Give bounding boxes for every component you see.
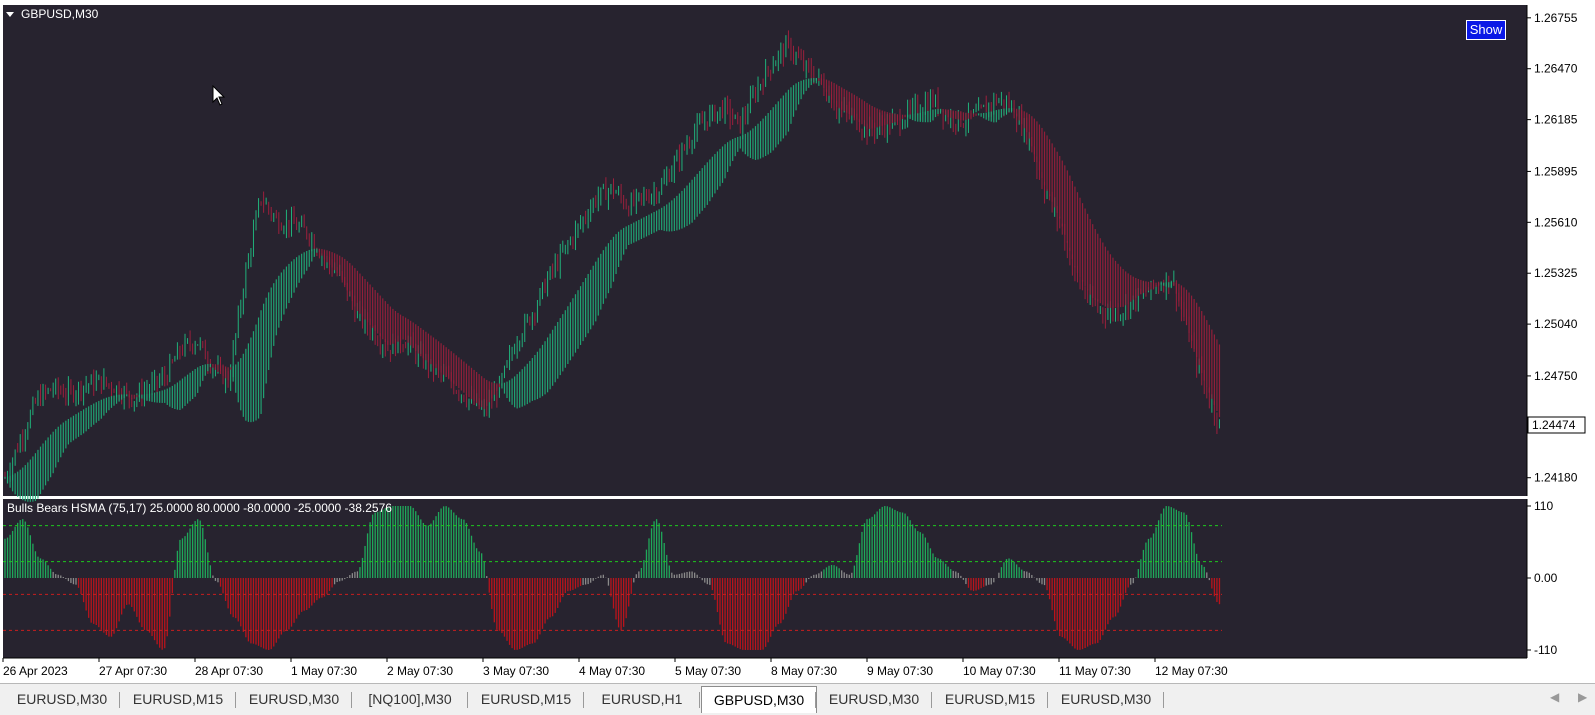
tab-gbpusd-m30[interactable]: GBPUSD,M30	[701, 686, 817, 713]
chart-window[interactable]: 1.26755 1.26470 1.26185 1.25895 1.25610 1.253…	[0, 0, 1595, 683]
price-tick-label: 1.25895	[1534, 164, 1578, 178]
time-tick-label: 5 May 07:30	[675, 664, 741, 678]
tab-eurusd-m30[interactable]: EURUSD,M30	[817, 688, 931, 710]
tab-separator	[351, 692, 352, 708]
tab-eurusd-m15[interactable]: EURUSD,M15	[469, 688, 583, 710]
price-tick-label: 1.26755	[1534, 11, 1578, 25]
tab-separator	[235, 692, 236, 708]
time-tick-label: 26 Apr 2023	[3, 664, 68, 678]
tab-separator	[119, 692, 120, 708]
price-tick-label: 1.26185	[1534, 113, 1578, 127]
scroll-right-icon[interactable]: ▶	[1578, 690, 1587, 704]
indicator-tick-label: 110	[1534, 499, 1553, 513]
indicator-tick-label: -110	[1534, 643, 1557, 657]
price-panel[interactable]	[3, 5, 1527, 496]
tab-eurusd-m30[interactable]: EURUSD,M30	[237, 688, 351, 710]
price-tick-label: 1.25610	[1534, 215, 1578, 229]
tab-separator	[583, 692, 584, 708]
tab-nq100-m30[interactable]: [NQ100],M30	[353, 688, 467, 710]
tab-eurusd-m15[interactable]: EURUSD,M15	[933, 688, 1047, 710]
scroll-left-icon[interactable]: ◀	[1550, 690, 1559, 704]
time-tick-label: 3 May 07:30	[483, 664, 549, 678]
indicator-title: Bulls Bears HSMA (75,17) 25.0000 80.0000…	[7, 501, 392, 515]
tab-eurusd-m30[interactable]: EURUSD,M30	[5, 688, 119, 710]
indicator-tick-label: 0.00	[1534, 571, 1558, 585]
time-tick-label: 10 May 07:30	[963, 664, 1036, 678]
tab-eurusd-m15[interactable]: EURUSD,M15	[121, 688, 235, 710]
time-tick-label: 12 May 07:30	[1155, 664, 1228, 678]
time-tick-label: 1 May 07:30	[291, 664, 357, 678]
symbol-title: GBPUSD,M30	[21, 7, 99, 21]
chart-tab-bar: EURUSD,M30 EURUSD,M15 EURUSD,M30 [NQ100],M3…	[0, 683, 1595, 715]
show-button[interactable]: Show	[1466, 20, 1506, 40]
tab-separator	[1163, 692, 1164, 708]
tab-separator	[931, 692, 932, 708]
tab-separator	[699, 692, 700, 708]
tab-eurusd-m30[interactable]: EURUSD,M30	[1049, 688, 1163, 710]
tab-separator	[467, 692, 468, 708]
tab-separator	[815, 692, 816, 708]
time-tick-label: 28 Apr 07:30	[195, 664, 263, 678]
price-tick-label: 1.25040	[1534, 317, 1578, 331]
mouse-cursor-icon	[212, 85, 226, 106]
time-tick-label: 2 May 07:30	[387, 664, 453, 678]
time-tick-label: 4 May 07:30	[579, 664, 645, 678]
price-tick-label: 1.24750	[1534, 369, 1578, 383]
current-price-label: 1.24474	[1532, 418, 1576, 432]
time-tick-label: 8 May 07:30	[771, 664, 837, 678]
time-tick-label: 11 May 07:30	[1059, 664, 1131, 678]
chart-canvas[interactable]: 1.26755 1.26470 1.26185 1.25895 1.25610 1.253…	[0, 0, 1595, 683]
price-tick-label: 1.26470	[1534, 62, 1578, 76]
time-tick-label: 9 May 07:30	[867, 664, 933, 678]
time-tick-label: 27 Apr 07:30	[99, 664, 167, 678]
tab-separator	[1047, 692, 1048, 708]
price-tick-label: 1.25325	[1534, 266, 1578, 280]
price-tick-label: 1.24180	[1534, 471, 1578, 485]
tab-eurusd-h1[interactable]: EURUSD,H1	[585, 688, 699, 710]
